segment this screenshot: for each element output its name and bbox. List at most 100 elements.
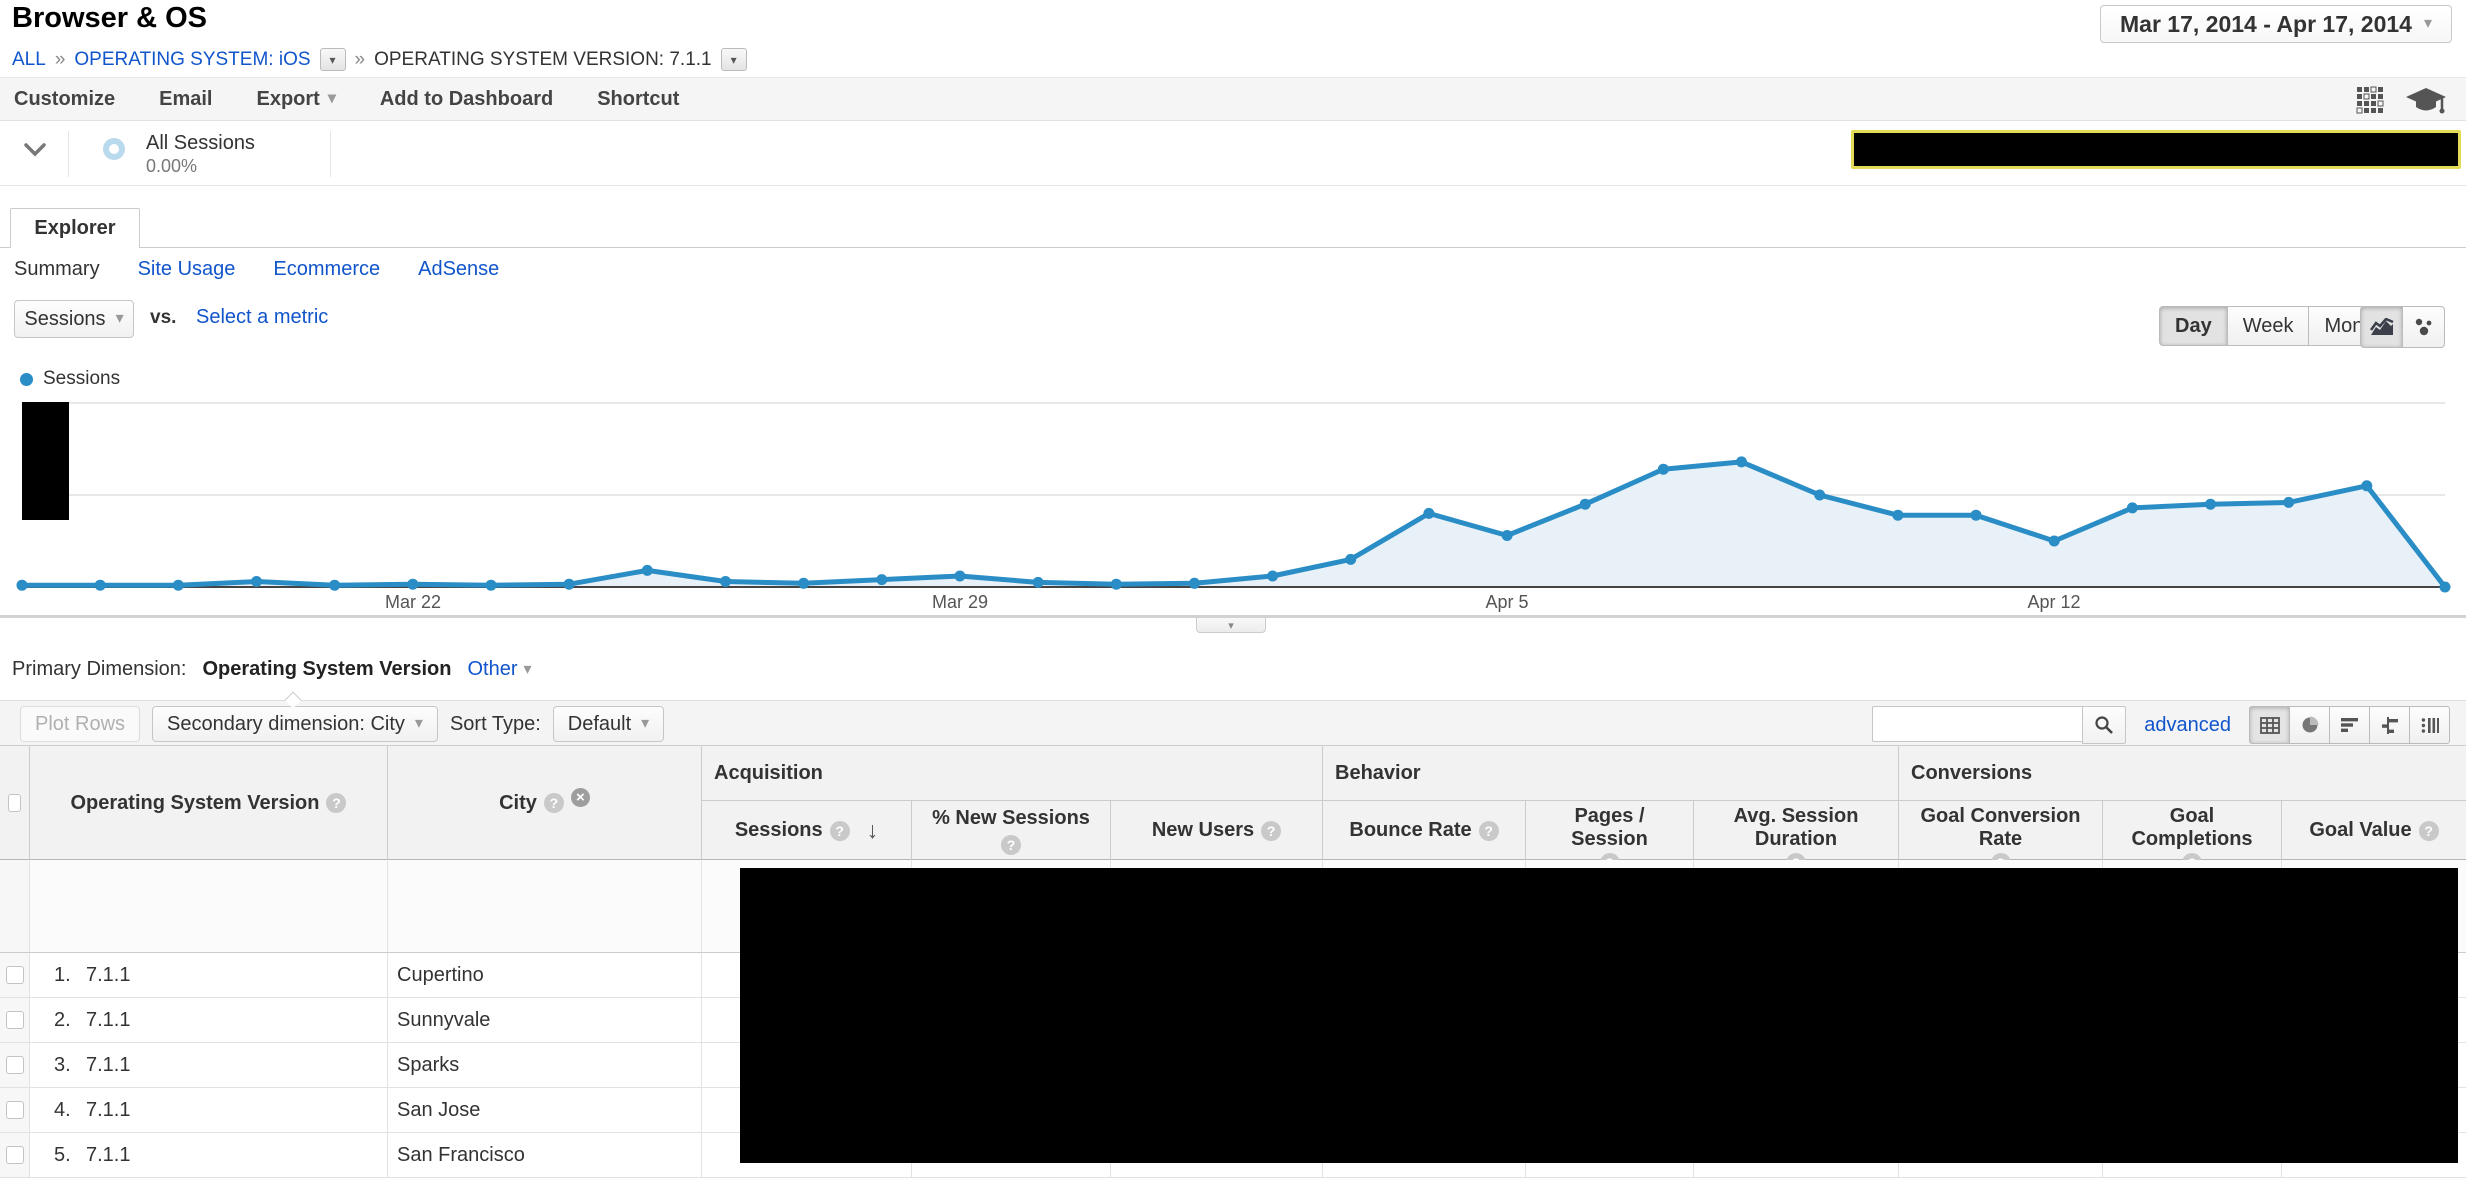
select-a-metric-link[interactable]: Select a metric bbox=[196, 306, 328, 329]
row-checkbox[interactable] bbox=[6, 1146, 24, 1164]
row-checkbox[interactable] bbox=[6, 1101, 24, 1119]
breadcrumb: ALL » OPERATING SYSTEM: iOS ▾ » OPERATIN… bbox=[12, 48, 747, 71]
motion-chart-icon bbox=[2413, 318, 2435, 337]
search-icon bbox=[2094, 715, 2114, 735]
select-all-cell bbox=[0, 746, 29, 860]
granularity-day-button[interactable]: Day bbox=[2159, 306, 2228, 346]
performance-view-button[interactable] bbox=[2329, 706, 2370, 744]
granularity-week-button[interactable]: Week bbox=[2227, 306, 2310, 346]
bar-chart-icon bbox=[2341, 717, 2359, 733]
chevron-down-icon: ▾ bbox=[524, 662, 532, 678]
col-header-goal-conversion-rate[interactable]: Goal Conversion Rate ? bbox=[1898, 801, 2102, 860]
help-icon[interactable]: ? bbox=[1261, 821, 1281, 841]
os-version-cell: 4.7.1.1 bbox=[29, 1088, 387, 1132]
x-axis-tick: Mar 29 bbox=[900, 592, 1020, 613]
col-group-conversions: Conversions bbox=[1898, 746, 2466, 801]
email-button[interactable]: Email bbox=[159, 88, 212, 111]
pivot-view-button[interactable] bbox=[2409, 706, 2450, 744]
table-view-toggle bbox=[2249, 706, 2450, 744]
subnav-summary[interactable]: Summary bbox=[14, 258, 100, 281]
col-header-sessions[interactable]: Sessions ? ↓ bbox=[701, 801, 911, 860]
apps-grid-icon[interactable] bbox=[2356, 86, 2386, 116]
subnav-adsense[interactable]: AdSense bbox=[418, 258, 499, 281]
remove-secondary-dimension-icon[interactable]: × bbox=[571, 788, 590, 807]
percentage-view-button[interactable] bbox=[2289, 706, 2330, 744]
motion-chart-view-button[interactable] bbox=[2402, 306, 2445, 348]
row-rank: 1. bbox=[54, 964, 86, 987]
redacted-segment-region bbox=[1851, 130, 2461, 169]
chevron-down-icon: ▾ bbox=[415, 716, 423, 732]
col-header-goal-value[interactable]: Goal Value ? bbox=[2281, 801, 2466, 860]
primary-dimension-selected[interactable]: Operating System Version bbox=[202, 658, 451, 681]
timeline-chart[interactable]: Mar 22Mar 29Apr 5Apr 12 bbox=[0, 393, 2466, 633]
export-button[interactable]: Export▾ bbox=[256, 88, 335, 111]
breadcrumb-separator: » bbox=[55, 49, 66, 71]
report-subnav: Summary Site Usage Ecommerce AdSense bbox=[14, 258, 499, 281]
select-all-checkbox[interactable] bbox=[8, 794, 21, 812]
help-icon[interactable]: ? bbox=[830, 821, 850, 841]
breadcrumb-os-link[interactable]: OPERATING SYSTEM: iOS bbox=[74, 49, 310, 71]
customize-button[interactable]: Customize bbox=[14, 88, 115, 111]
help-icon[interactable]: ? bbox=[1001, 835, 1021, 855]
x-axis-tick: Apr 12 bbox=[1994, 592, 2114, 613]
comparison-view-button[interactable] bbox=[2369, 706, 2410, 744]
segment-donut-icon bbox=[103, 138, 125, 160]
col-header-avg-session-duration[interactable]: Avg. Session Duration ? bbox=[1693, 801, 1898, 860]
col-header-new-users[interactable]: New Users ? bbox=[1110, 801, 1322, 860]
date-range-selector[interactable]: Mar 17, 2014 - Apr 17, 2014 ▾ bbox=[2100, 5, 2452, 43]
summary-cell bbox=[29, 860, 387, 952]
primary-dimension-bar: Primary Dimension: Operating System Vers… bbox=[12, 658, 532, 681]
row-checkbox[interactable] bbox=[6, 1056, 24, 1074]
page-title: Browser & OS bbox=[12, 2, 207, 35]
subnav-ecommerce[interactable]: Ecommerce bbox=[273, 258, 380, 281]
pie-chart-icon bbox=[2301, 716, 2319, 734]
row-checkbox-cell bbox=[0, 1043, 29, 1087]
row-checkbox-cell bbox=[0, 1088, 29, 1132]
breadcrumb-os-version-dropdown[interactable]: ▾ bbox=[721, 48, 747, 71]
col-header-pages-session[interactable]: Pages / Session ? bbox=[1525, 801, 1693, 860]
col-header-os-version[interactable]: Operating System Version ? bbox=[29, 746, 387, 860]
search-button[interactable] bbox=[2082, 706, 2126, 744]
help-icon[interactable]: ? bbox=[326, 793, 346, 813]
primary-dimension-other-link[interactable]: Other ▾ bbox=[467, 658, 531, 681]
date-range-text: Mar 17, 2014 - Apr 17, 2014 bbox=[2120, 11, 2412, 38]
os-version-cell: 3.7.1.1 bbox=[29, 1043, 387, 1087]
divider bbox=[68, 131, 69, 177]
help-icon[interactable]: ? bbox=[1479, 821, 1499, 841]
x-axis-tick: Mar 22 bbox=[353, 592, 473, 613]
breadcrumb-os-dropdown[interactable]: ▾ bbox=[320, 48, 346, 71]
chart-slider-handle[interactable]: ▾ bbox=[1196, 618, 1266, 633]
breadcrumb-separator: » bbox=[355, 49, 366, 71]
metric-select-button[interactable]: Sessions ▾ bbox=[14, 300, 134, 338]
search-input[interactable] bbox=[1872, 706, 2082, 742]
line-chart-view-button[interactable] bbox=[2360, 306, 2403, 348]
col-header-goal-completions[interactable]: Goal Completions ? bbox=[2102, 801, 2281, 860]
help-icon[interactable]: ? bbox=[2419, 821, 2439, 841]
subnav-site-usage[interactable]: Site Usage bbox=[138, 258, 236, 281]
col-header-city[interactable]: City ? × bbox=[387, 746, 701, 860]
col-header-new-sessions[interactable]: % New Sessions ? bbox=[911, 801, 1110, 860]
academy-cap-icon[interactable] bbox=[2404, 86, 2448, 116]
breadcrumb-all-link[interactable]: ALL bbox=[12, 49, 46, 71]
legend-dot-icon bbox=[20, 373, 33, 386]
table-controls-bar: Plot Rows Secondary dimension: City ▾ So… bbox=[0, 700, 2466, 746]
segment-name[interactable]: All Sessions bbox=[146, 132, 255, 155]
advanced-search-link[interactable]: advanced bbox=[2144, 714, 2231, 737]
breadcrumb-os-version: OPERATING SYSTEM VERSION: 7.1.1 bbox=[374, 49, 712, 71]
shortcut-button[interactable]: Shortcut bbox=[597, 88, 679, 111]
col-header-bounce-rate[interactable]: Bounce Rate ? bbox=[1322, 801, 1525, 860]
add-to-dashboard-button[interactable]: Add to Dashboard bbox=[380, 88, 553, 111]
table-header: Operating System Version ? City ? × Acqu… bbox=[0, 745, 2466, 860]
sort-type-button[interactable]: Default ▾ bbox=[553, 706, 664, 742]
os-version-value: 7.1.1 bbox=[86, 1009, 130, 1032]
city-cell: Sparks bbox=[387, 1043, 701, 1087]
os-version-cell: 5.7.1.1 bbox=[29, 1133, 387, 1177]
segment-collapse-chevron-icon[interactable] bbox=[24, 143, 46, 157]
row-checkbox[interactable] bbox=[6, 966, 24, 984]
plot-rows-button[interactable]: Plot Rows bbox=[20, 706, 140, 742]
secondary-dimension-button[interactable]: Secondary dimension: City ▾ bbox=[152, 706, 438, 742]
help-icon[interactable]: ? bbox=[544, 793, 564, 813]
row-checkbox[interactable] bbox=[6, 1011, 24, 1029]
tab-explorer[interactable]: Explorer bbox=[10, 208, 140, 248]
table-view-button[interactable] bbox=[2249, 706, 2290, 744]
